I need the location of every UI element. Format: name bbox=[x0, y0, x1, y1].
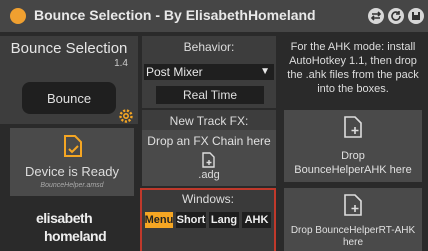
app-status-dot bbox=[10, 8, 26, 24]
fx-drop-text: Drop an FX Chain here bbox=[147, 134, 271, 148]
file-add-icon bbox=[202, 152, 216, 168]
windows-tab-lang[interactable]: Lang bbox=[209, 212, 239, 228]
windows-tab-ahk[interactable]: AHK bbox=[242, 212, 271, 228]
ahk-drop-line1: Drop bbox=[341, 150, 365, 162]
behavior-panel: Behavior: Post Mixer ▼ Real Time bbox=[142, 36, 276, 108]
windows-label: Windows: bbox=[181, 192, 234, 206]
chevron-down-icon: ▼ bbox=[260, 66, 270, 77]
behavior-select-value: Post Mixer bbox=[146, 65, 203, 79]
file-check-icon bbox=[63, 134, 83, 158]
rt-ahk-drop-line2: here bbox=[342, 237, 363, 248]
refresh-icon[interactable] bbox=[388, 8, 404, 24]
file-add-icon bbox=[344, 194, 362, 216]
ahk-drop-zone[interactable]: Drop BounceHelperAHK here bbox=[284, 110, 422, 182]
title-bar: Bounce Selection - By ElisabethHomeland bbox=[0, 0, 428, 32]
windows-tab-short[interactable]: Short bbox=[176, 212, 206, 228]
app-heading: Bounce Selection bbox=[10, 40, 128, 57]
swap-icon[interactable] bbox=[368, 8, 384, 24]
file-add-icon bbox=[344, 116, 362, 138]
windows-tab-menu[interactable]: Menu bbox=[145, 212, 173, 228]
brand-logo: elisabeth homeland bbox=[36, 210, 107, 244]
fx-chain-drop-zone[interactable]: Drop an FX Chain here .adg bbox=[142, 130, 276, 186]
fx-drop-ext: .adg bbox=[198, 169, 220, 181]
new-track-label: New Track FX: bbox=[169, 114, 249, 128]
bounce-button[interactable]: Bounce bbox=[22, 82, 116, 114]
ahk-drop-line2: BounceHelperAHK here bbox=[294, 164, 412, 176]
behavior-select[interactable]: Post Mixer ▼ bbox=[144, 64, 274, 80]
save-icon[interactable] bbox=[408, 8, 424, 24]
rt-ahk-drop-line1: Drop BounceHelperRT-AHK bbox=[290, 225, 416, 236]
realtime-button[interactable]: Real Time bbox=[156, 86, 264, 104]
version-label: 1.4 bbox=[114, 58, 128, 69]
rt-ahk-drop-zone[interactable]: Drop BounceHelperRT-AHK here bbox=[284, 188, 422, 251]
gear-icon[interactable] bbox=[118, 108, 134, 124]
behavior-label: Behavior: bbox=[183, 40, 235, 54]
new-track-fx-panel: New Track FX: Drop an FX Chain here .adg bbox=[142, 110, 276, 186]
device-sub-text: BounceHelper.amsd bbox=[40, 182, 104, 189]
device-status-text: Device is Ready bbox=[25, 164, 119, 179]
device-status-panel: Device is Ready BounceHelper.amsd bbox=[10, 128, 134, 196]
ahk-info-panel: For the AHK mode: install AutoHotkey 1.1… bbox=[280, 36, 426, 102]
window-title: Bounce Selection - By ElisabethHomeland bbox=[34, 7, 316, 23]
ahk-info-text: For the AHK mode: install AutoHotkey 1.1… bbox=[287, 41, 419, 95]
